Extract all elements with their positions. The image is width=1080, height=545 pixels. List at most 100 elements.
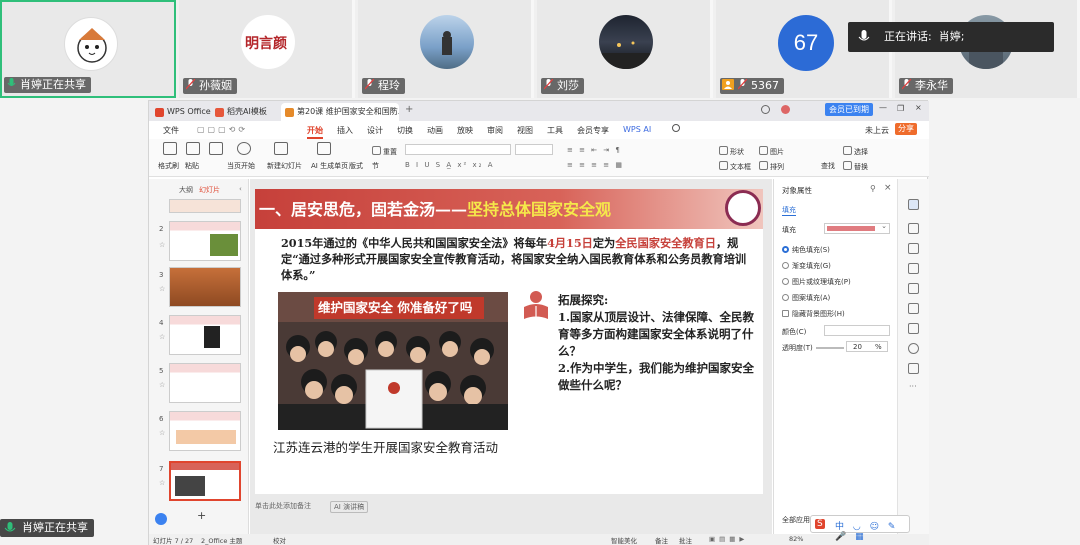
slide-thumbnail[interactable]: [169, 411, 241, 451]
properties-icon[interactable]: [908, 199, 919, 210]
participant-tile[interactable]: 明言颜 孙薇姻: [179, 0, 355, 98]
section-button[interactable]: 节: [372, 161, 379, 171]
menu-file[interactable]: 文件: [163, 125, 179, 136]
menu-animation[interactable]: 动画: [427, 125, 443, 136]
transparency-input[interactable]: 20 %: [846, 341, 888, 352]
menu-member[interactable]: 会员专享: [577, 125, 609, 136]
play-icon[interactable]: [237, 142, 251, 155]
history-icon[interactable]: [761, 105, 770, 114]
select-button[interactable]: 选择: [843, 146, 868, 157]
cut-icon[interactable]: [209, 142, 223, 155]
apply-all-button[interactable]: 全部应用: [782, 515, 810, 525]
menu-review[interactable]: 审阅: [487, 125, 503, 136]
more-icon[interactable]: ···: [909, 382, 917, 391]
copy-icon[interactable]: [908, 243, 919, 254]
assistant-icon[interactable]: [155, 513, 167, 525]
fill-color-select[interactable]: ⌄: [824, 222, 890, 234]
account-badge[interactable]: 会员已到期: [825, 103, 873, 116]
fill-option-gradient[interactable]: 渐变填充(G): [782, 261, 831, 271]
ai-slide-icon[interactable]: [317, 142, 331, 155]
ai-slide-button[interactable]: AI 生成单页: [311, 161, 348, 171]
slide-thumbnail-selected[interactable]: [169, 461, 241, 501]
current-start-button[interactable]: 当页开始: [227, 161, 255, 171]
cloud-status[interactable]: 未上云: [865, 125, 889, 136]
comments-button[interactable]: 批注: [679, 535, 692, 545]
menu-wps-ai[interactable]: WPS AI: [623, 125, 651, 134]
color-select[interactable]: [824, 325, 890, 336]
smart-beautify-button[interactable]: 智能美化: [611, 535, 637, 545]
transparency-slider[interactable]: [816, 347, 844, 349]
ai-speech-button[interactable]: AI 演讲稿: [330, 501, 369, 513]
new-tab-icon[interactable]: +: [405, 104, 413, 115]
menu-design[interactable]: 设计: [367, 125, 383, 136]
proofing-button[interactable]: 校对: [273, 535, 286, 545]
align-buttons[interactable]: ≡ ≡ ≡ ≡ ▦: [567, 161, 624, 169]
ime-toolbar[interactable]: S 中 ◡ ☺ ✎ 🎤 ▦: [810, 515, 910, 542]
cross-icon[interactable]: [908, 283, 919, 294]
participant-tile[interactable]: 肖婷正在共享: [0, 0, 176, 98]
notes-placeholder[interactable]: 单击此处添加备注: [255, 501, 311, 511]
menu-view[interactable]: 视图: [517, 125, 533, 136]
maximize-icon[interactable]: ❐: [897, 104, 904, 113]
slide-paragraph[interactable]: 2015年通过的《中华人民共和国国家安全法》将每年4月15日定为全民国家安全教育…: [281, 235, 751, 283]
tab-current-document[interactable]: 第20课 维护国家安全和国防...: [281, 103, 399, 121]
tab-slides[interactable]: 幻灯片: [199, 185, 220, 195]
font-size-select[interactable]: [515, 144, 553, 155]
book-icon[interactable]: [908, 303, 919, 314]
quick-access-icon[interactable]: ▢▢▢⟲⟳: [197, 125, 248, 134]
layout-button[interactable]: 版式: [349, 161, 363, 171]
slide-canvas[interactable]: 一、居安思危，固若金汤——坚持总体国家安全观 2015年通过的《中华人民共和国国…: [255, 189, 763, 494]
font-family-select[interactable]: [405, 144, 511, 155]
slide-thumbnail[interactable]: [169, 199, 241, 213]
slide-thumbnail[interactable]: [169, 221, 241, 261]
share-button[interactable]: 分享: [895, 123, 917, 135]
shape-edit-icon[interactable]: [908, 323, 919, 334]
slide-thumbnail[interactable]: [169, 267, 241, 307]
students-photo[interactable]: 维护国家安全 你准备好了吗: [278, 292, 508, 430]
explore-question-block[interactable]: 拓展探究: 1.国家从顶层设计、法律保障、全民教育等多方面构建国家安全体系说明了…: [558, 292, 763, 394]
arrange-button[interactable]: 排列: [759, 161, 784, 172]
add-slide-icon[interactable]: +: [197, 509, 206, 522]
pin-icon[interactable]: ⚲: [870, 184, 876, 193]
tab-ai-template[interactable]: 稻壳AI模板: [211, 103, 267, 121]
format-brush-icon[interactable]: [163, 142, 177, 155]
fill-option-solid[interactable]: 纯色填充(S): [782, 245, 830, 255]
new-slide-button[interactable]: 新建幻灯片: [267, 161, 302, 171]
paste-button[interactable]: 粘贴: [185, 161, 199, 171]
comment-icon[interactable]: [908, 363, 919, 374]
menu-home[interactable]: 开始: [307, 125, 323, 139]
tab-outline[interactable]: 大纲: [179, 185, 193, 195]
help-icon[interactable]: [908, 343, 919, 354]
find-button[interactable]: 查找: [821, 161, 835, 171]
format-brush-button[interactable]: 格式刷: [158, 161, 179, 171]
textbox-button[interactable]: 文本框: [719, 161, 751, 172]
theme-name[interactable]: 2_Office 主题: [201, 535, 242, 545]
reset-button[interactable]: 重置: [372, 146, 397, 157]
menu-transition[interactable]: 切换: [397, 125, 413, 136]
user-avatar-icon[interactable]: [781, 105, 790, 114]
menu-insert[interactable]: 插入: [337, 125, 353, 136]
close-tab-icon[interactable]: ×: [389, 105, 396, 114]
collapse-pane-icon[interactable]: ‹: [239, 185, 242, 193]
replace-button[interactable]: 替换: [843, 161, 868, 172]
participant-tile[interactable]: 刘莎: [537, 0, 713, 98]
new-slide-icon[interactable]: [274, 142, 288, 155]
animation-icon[interactable]: [908, 263, 919, 274]
zoom-level[interactable]: 82%: [789, 535, 803, 543]
shape-button[interactable]: 形状: [719, 146, 744, 157]
menu-slideshow[interactable]: 放映: [457, 125, 473, 136]
paragraph-buttons[interactable]: ≡ ≡ ⇤ ⇥ ¶: [567, 146, 622, 154]
tab-wps-office[interactable]: WPS Office: [151, 103, 211, 121]
star-icon[interactable]: [908, 223, 919, 234]
tab-fill[interactable]: 填充: [782, 205, 796, 216]
slide-thumbnail[interactable]: [169, 315, 241, 355]
paste-icon[interactable]: [186, 142, 200, 155]
participant-tile[interactable]: 程玲: [358, 0, 534, 98]
close-window-icon[interactable]: ×: [915, 103, 922, 112]
notes-button[interactable]: 备注: [655, 535, 668, 545]
font-style-buttons[interactable]: B I U S A̲ x² x₂ A: [405, 161, 494, 169]
picture-button[interactable]: 图片: [759, 146, 784, 157]
fill-option-picture[interactable]: 图片或纹理填充(P): [782, 277, 851, 287]
close-pane-icon[interactable]: ×: [884, 183, 892, 193]
minimize-icon[interactable]: —: [879, 103, 887, 112]
